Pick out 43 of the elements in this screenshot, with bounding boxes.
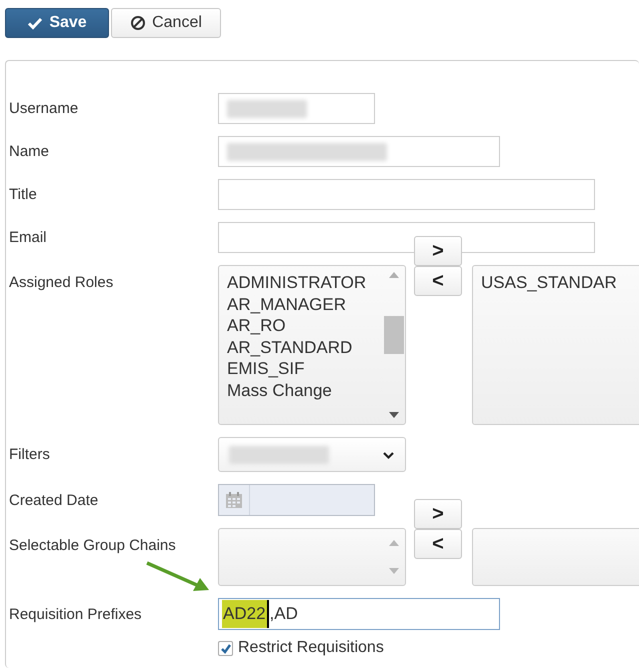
field-label: Assigned Roles [9,273,114,291]
text-field[interactable] [218,136,500,167]
cancel-icon [130,15,146,31]
date-field[interactable] [218,484,375,516]
restrict-requisitions-checkbox[interactable]: Restrict Requisitions [218,639,639,657]
field-label: Username [9,100,78,117]
list-item[interactable]: ADMINISTRATOR [227,272,366,294]
scroll-down-icon [389,568,399,574]
scrollbar-thumb[interactable] [384,316,404,354]
field-label: Email [9,229,47,246]
scroll-up-icon [389,272,399,278]
field-label: Created Date [9,492,98,508]
field-label: Requisition Prefixes [9,606,142,622]
scroll-down-icon [389,412,399,418]
move-right-button[interactable]: > [414,499,462,529]
list-item[interactable]: AR_RO [227,315,286,336]
list-item[interactable]: AR_STANDARD [227,336,352,358]
assigned-list[interactable]: USAS_STANDAR [472,265,639,425]
prefix-input-field[interactable]: AD22 ,AD [218,598,500,630]
calendar-icon [225,491,243,509]
chevron-down-icon [382,450,395,460]
list-item[interactable]: EMIS_SIF [227,358,304,380]
move-left-button[interactable]: < [414,266,462,296]
checkmark-icon [220,642,232,654]
list-item[interactable]: Mass Change [227,380,332,401]
field-label: Selectable Group Chains [9,536,176,554]
assigned-list[interactable] [472,528,639,586]
filter-dropdown[interactable] [218,437,406,472]
available-list[interactable] [218,528,406,586]
field-label: Filters [9,446,50,463]
list-item[interactable]: AR_MANAGER [227,294,346,315]
field-label: Name [9,143,50,160]
save-button[interactable]: Save [5,8,109,38]
list-item[interactable]: USAS_STANDAR [481,272,617,294]
cancel-button[interactable]: Cancel [111,8,221,38]
available-list[interactable]: ADMINISTRATOR AR_MANAGER AR_RO AR_STANDARD EMIS_SIF Mass Change [218,265,406,425]
field-label: Title [9,186,37,203]
checkmark-icon [27,15,44,31]
move-left-button[interactable]: < [414,529,462,559]
move-right-button[interactable]: > [414,236,462,266]
text-field[interactable] [218,179,595,210]
text-field[interactable] [218,93,375,124]
scroll-up-icon [389,540,399,546]
